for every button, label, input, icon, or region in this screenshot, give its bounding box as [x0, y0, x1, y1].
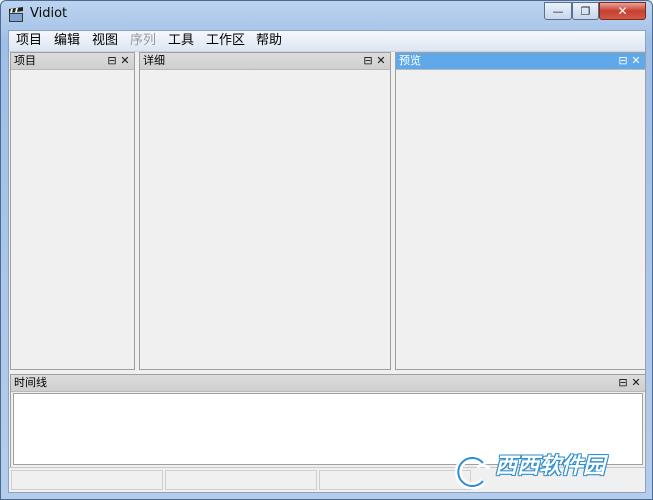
menu-edit[interactable]: 编辑 — [51, 33, 83, 49]
details-pane: 详细 ⊟ ✕ — [139, 52, 391, 370]
status-cell — [11, 470, 163, 490]
timeline-pane-header[interactable]: 时间线 ⊟ ✕ — [11, 375, 645, 392]
close-pane-icon[interactable]: ✕ — [630, 376, 642, 389]
watermark-logo-icon — [455, 455, 491, 489]
menu-sequence[interactable]: 序列 — [127, 33, 159, 49]
restore-icon: ❐ — [580, 4, 591, 18]
watermark-domain: CR173.COM — [559, 479, 622, 489]
menu-project[interactable]: 项目 — [13, 33, 45, 49]
minimize-icon: — — [552, 4, 564, 18]
float-pane-icon[interactable]: ⊟ — [106, 54, 118, 67]
float-pane-icon[interactable]: ⊟ — [617, 54, 629, 67]
menu-bar: 项目 编辑 视图 序列 工具 工作区 帮助 — [9, 31, 645, 52]
restore-button[interactable]: ❐ — [572, 2, 599, 20]
project-pane: 项目 ⊟ ✕ — [10, 52, 135, 370]
menu-view[interactable]: 视图 — [89, 33, 121, 49]
minimize-button[interactable]: — — [544, 2, 572, 20]
title-bar[interactable]: Vidiot — ❐ ✕ — [1, 1, 652, 29]
float-pane-icon[interactable]: ⊟ — [617, 376, 629, 389]
watermark: 西西软件园 CR173.COM — [453, 452, 647, 494]
preview-pane: 预览 ⊟ ✕ — [395, 52, 646, 370]
close-pane-icon[interactable]: ✕ — [375, 54, 387, 67]
menu-help[interactable]: 帮助 — [253, 33, 285, 49]
status-cell — [319, 470, 471, 490]
project-pane-title: 项目 — [14, 54, 36, 67]
close-pane-icon[interactable]: ✕ — [119, 54, 131, 67]
clapperboard-icon — [9, 7, 23, 22]
float-pane-icon[interactable]: ⊟ — [362, 54, 374, 67]
close-pane-icon[interactable]: ✕ — [630, 54, 642, 67]
status-cell — [165, 470, 317, 490]
app-window: Vidiot — ❐ ✕ 项目 编辑 视图 序列 工具 工作区 帮助 项目 ⊟ … — [0, 0, 653, 500]
menu-workspace[interactable]: 工作区 — [203, 33, 248, 49]
project-pane-header[interactable]: 项目 ⊟ ✕ — [11, 53, 134, 70]
project-pane-content[interactable] — [11, 69, 134, 369]
details-pane-title: 详细 — [143, 54, 165, 67]
preview-pane-title: 预览 — [399, 54, 421, 67]
client-area: 项目 编辑 视图 序列 工具 工作区 帮助 项目 ⊟ ✕ 详细 ⊟ ✕ 预览 ⊟… — [8, 30, 646, 493]
menu-tools[interactable]: 工具 — [165, 33, 197, 49]
close-icon: ✕ — [617, 4, 628, 18]
timeline-pane-title: 时间线 — [14, 376, 47, 389]
close-button[interactable]: ✕ — [599, 2, 646, 20]
preview-pane-content[interactable] — [396, 69, 645, 369]
details-pane-header[interactable]: 详细 ⊟ ✕ — [140, 53, 390, 70]
watermark-brand: 西西软件园 — [495, 454, 606, 479]
preview-pane-header[interactable]: 预览 ⊟ ✕ — [396, 53, 645, 70]
window-title: Vidiot — [30, 6, 68, 21]
details-pane-content[interactable] — [140, 69, 390, 369]
